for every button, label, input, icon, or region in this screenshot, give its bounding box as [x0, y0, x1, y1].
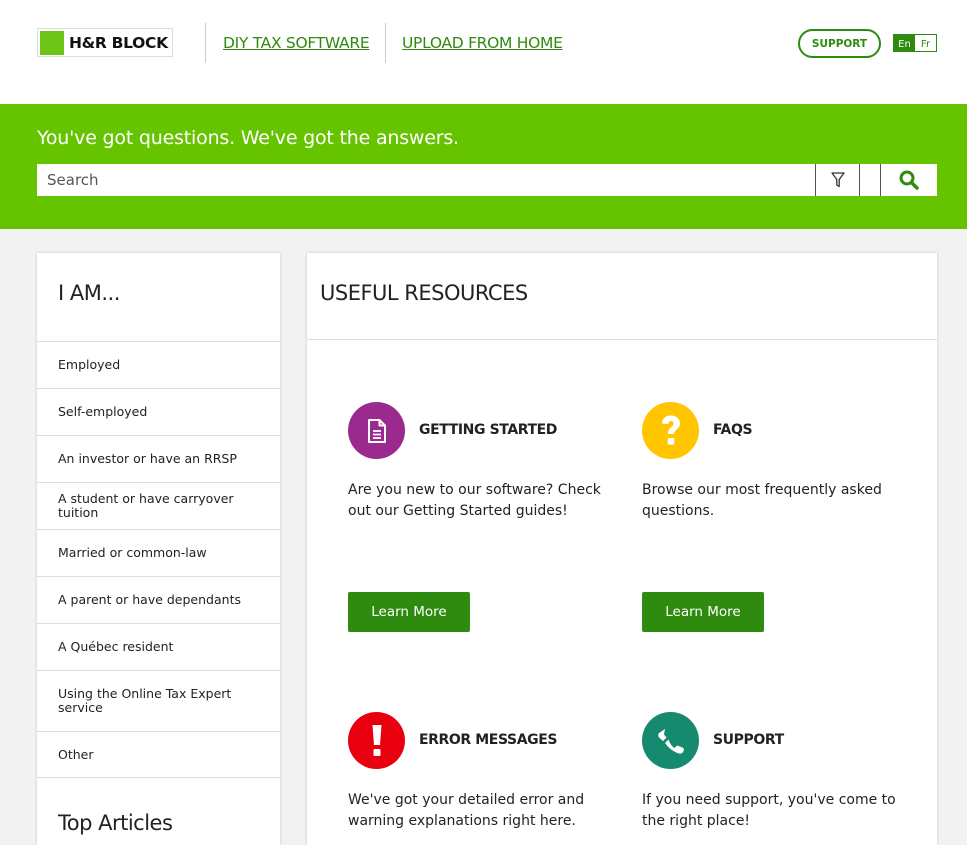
nav-link-upload-from-home[interactable]: UPLOAD FROM HOME — [402, 34, 563, 52]
i-am-list: Employed Self-employed An investor or ha… — [37, 341, 280, 778]
i-am-item-online-tax-expert[interactable]: Using the Online Tax Expert service — [37, 670, 280, 731]
header-divider — [385, 23, 386, 63]
i-am-item-student[interactable]: A student or have carryover tuition — [37, 482, 280, 529]
site-header: H&R BLOCK DIY TAX SOFTWARE UPLOAD FROM H… — [0, 0, 967, 104]
card-description: Are you new to our software? Check out o… — [348, 482, 601, 519]
filter-button[interactable] — [816, 164, 859, 196]
filter-icon — [830, 172, 845, 188]
i-am-item-married[interactable]: Married or common-law — [37, 529, 280, 576]
getting-started-icon-circle — [348, 402, 405, 459]
card-title: ERROR MESSAGES — [419, 732, 558, 748]
learn-more-button[interactable]: Learn More — [642, 592, 764, 632]
question-icon — [661, 415, 680, 444]
card-description: If you need support, you've come to the … — [642, 792, 896, 829]
card-title: SUPPORT — [713, 732, 784, 748]
i-am-item-investor[interactable]: An investor or have an RRSP — [37, 435, 280, 482]
i-am-item-other[interactable]: Other — [37, 731, 280, 778]
exclamation-icon — [372, 724, 381, 756]
i-am-item-employed[interactable]: Employed — [37, 341, 280, 388]
learn-more-button[interactable]: Learn More — [348, 592, 470, 632]
useful-resources-panel: USEFUL RESOURCES GETTING STARTED Are you… — [307, 253, 937, 845]
support-button[interactable]: SUPPORT — [798, 29, 881, 58]
search-bar — [37, 164, 937, 196]
logo-green-square — [40, 30, 64, 55]
search-icon — [899, 170, 919, 190]
hr-block-logo[interactable]: H&R BLOCK — [37, 28, 173, 57]
i-am-item-self-employed[interactable]: Self-employed — [37, 388, 280, 435]
header-divider — [205, 23, 206, 63]
lang-fr-button[interactable]: Fr — [915, 35, 936, 51]
section-divider — [307, 339, 937, 340]
card-title: GETTING STARTED — [419, 422, 558, 438]
hero-title: You've got questions. We've got the answ… — [37, 127, 459, 149]
search-button[interactable] — [881, 164, 937, 196]
useful-resources-heading: USEFUL RESOURCES — [320, 281, 528, 305]
i-am-panel: I AM... Employed Self-employed An invest… — [37, 253, 280, 845]
i-am-heading: I AM... — [58, 281, 120, 305]
language-toggle: En Fr — [893, 34, 937, 52]
document-icon — [367, 418, 386, 443]
search-separator — [859, 164, 860, 196]
lang-en-button[interactable]: En — [894, 35, 915, 51]
error-messages-icon-circle — [348, 712, 405, 769]
i-am-item-parent[interactable]: A parent or have dependants — [37, 576, 280, 623]
hero-banner: You've got questions. We've got the answ… — [0, 104, 967, 229]
card-description: We've got your detailed error and warnin… — [348, 792, 585, 829]
logo-text: H&R BLOCK — [69, 33, 168, 52]
card-description: Browse our most frequently asked questio… — [642, 482, 882, 519]
faqs-icon-circle — [642, 402, 699, 459]
phone-icon — [657, 728, 684, 754]
card-title: FAQS — [713, 422, 753, 438]
top-articles-heading: Top Articles — [58, 811, 173, 835]
i-am-item-quebec-resident[interactable]: A Québec resident — [37, 623, 280, 670]
nav-link-diy-tax-software[interactable]: DIY TAX SOFTWARE — [223, 34, 370, 52]
support-icon-circle — [642, 712, 699, 769]
search-input[interactable] — [37, 164, 815, 196]
